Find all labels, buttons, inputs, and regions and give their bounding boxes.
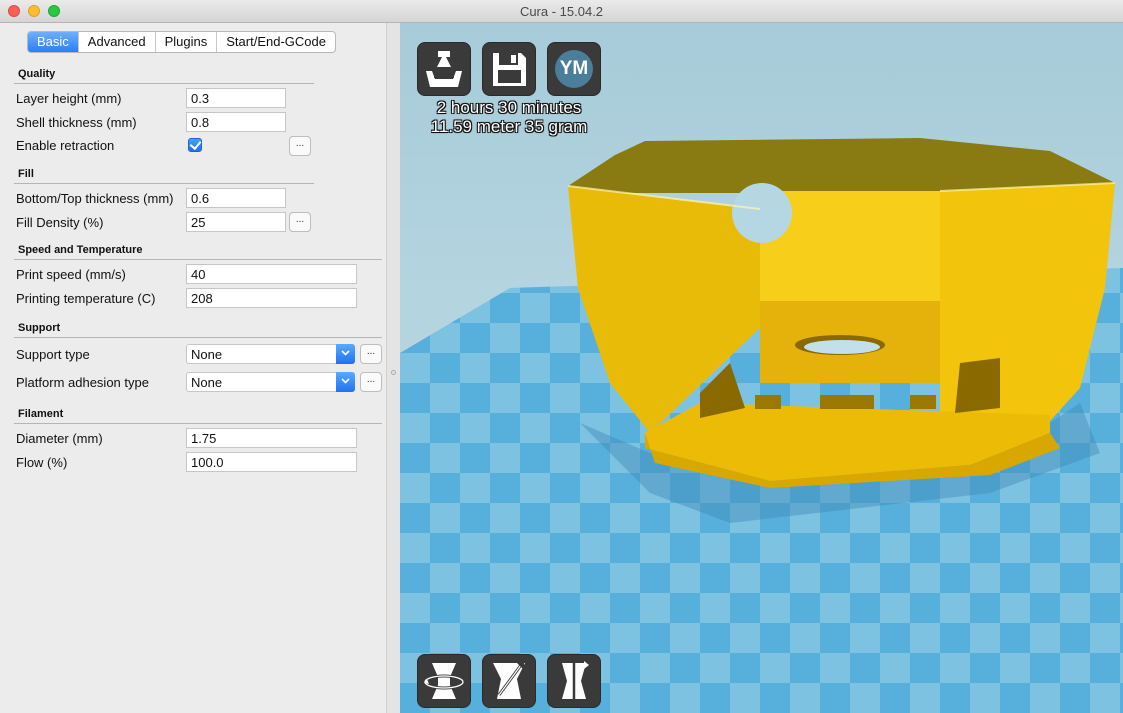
enable-retraction-checkbox[interactable] <box>188 137 202 152</box>
diameter-label: Diameter (mm) <box>16 431 103 446</box>
fill-density-label: Fill Density (%) <box>16 215 104 230</box>
layer-height-label: Layer height (mm) <box>16 91 122 106</box>
support-type-more-button[interactable]: ... <box>360 344 382 364</box>
settings-panel: Basic Advanced Plugins Start/End-GCode Q… <box>0 23 386 713</box>
chevron-down-icon <box>336 344 355 364</box>
window-title: Cura - 15.04.2 <box>519 4 604 19</box>
section-divider <box>14 83 314 84</box>
support-type-value: None <box>191 347 223 362</box>
flow-label: Flow (%) <box>16 455 68 470</box>
print-time-readout: 2 hours 30 minutes <box>436 98 582 117</box>
splitter-grip-icon <box>391 370 396 375</box>
mirror-icon <box>562 661 589 699</box>
printing-temperature-label: Printing temperature (C) <box>16 291 156 306</box>
support-type-select[interactable]: None <box>186 344 355 364</box>
fill-density-input[interactable] <box>186 212 286 232</box>
section-heading-speed: Speed and Temperature <box>18 244 143 256</box>
scale-button[interactable] <box>483 655 535 707</box>
section-divider <box>14 423 382 424</box>
save-gcode-icon <box>493 53 526 86</box>
load-model-icon <box>426 51 462 87</box>
retraction-more-button[interactable]: ... <box>289 136 311 156</box>
support-type-label: Support type <box>16 347 90 362</box>
title-bar[interactable]: Cura - 15.04.2 <box>0 0 1123 23</box>
print-speed-input[interactable] <box>186 264 357 284</box>
platform-adhesion-label: Platform adhesion type <box>16 375 149 390</box>
material-readout: 11.59 meter 35 gram <box>430 117 588 136</box>
printing-temperature-input[interactable] <box>186 288 357 308</box>
save-gcode-button[interactable] <box>483 43 535 95</box>
section-divider <box>14 183 314 184</box>
rotate-button[interactable] <box>418 655 470 707</box>
platform-adhesion-more-button[interactable]: ... <box>360 372 382 392</box>
settings-tabs: Basic Advanced Plugins Start/End-GCode <box>27 31 336 53</box>
rotate-icon <box>423 663 465 699</box>
shell-thickness-label: Shell thickness (mm) <box>16 115 137 130</box>
3d-viewport[interactable]: YM 2 hours 30 minutes 11.59 meter 35 gra… <box>400 23 1123 713</box>
section-heading-filament: Filament <box>18 408 64 420</box>
tab-start-end-gcode[interactable]: Start/End-GCode <box>217 32 335 52</box>
layer-height-input[interactable] <box>186 88 286 108</box>
mirror-button[interactable] <box>548 655 600 707</box>
print-speed-label: Print speed (mm/s) <box>16 267 126 282</box>
section-divider <box>14 337 382 338</box>
youmagine-button[interactable]: YM <box>548 43 600 95</box>
section-heading-quality: Quality <box>18 68 56 80</box>
diameter-input[interactable] <box>186 428 357 448</box>
section-heading-support: Support <box>18 322 61 334</box>
flow-input[interactable] <box>186 452 357 472</box>
bottom-top-thickness-input[interactable] <box>186 188 286 208</box>
chevron-down-icon <box>336 372 355 392</box>
bottom-top-thickness-label: Bottom/Top thickness (mm) <box>16 191 174 206</box>
tab-basic[interactable]: Basic <box>28 32 79 52</box>
platform-adhesion-value: None <box>191 375 223 390</box>
shell-thickness-input[interactable] <box>186 112 286 132</box>
scale-icon <box>493 663 525 699</box>
load-model-button[interactable] <box>418 43 470 95</box>
section-divider <box>14 259 382 260</box>
tab-advanced[interactable]: Advanced <box>79 32 156 52</box>
tab-plugins[interactable]: Plugins <box>156 32 218 52</box>
fill-density-more-button[interactable]: ... <box>289 212 311 232</box>
3d-model <box>567 138 1116 488</box>
panel-splitter[interactable] <box>386 23 400 713</box>
enable-retraction-label: Enable retraction <box>16 138 115 153</box>
youmagine-icon: YM <box>555 50 593 88</box>
platform-adhesion-select[interactable]: None <box>186 372 355 392</box>
section-heading-fill: Fill <box>18 168 34 180</box>
